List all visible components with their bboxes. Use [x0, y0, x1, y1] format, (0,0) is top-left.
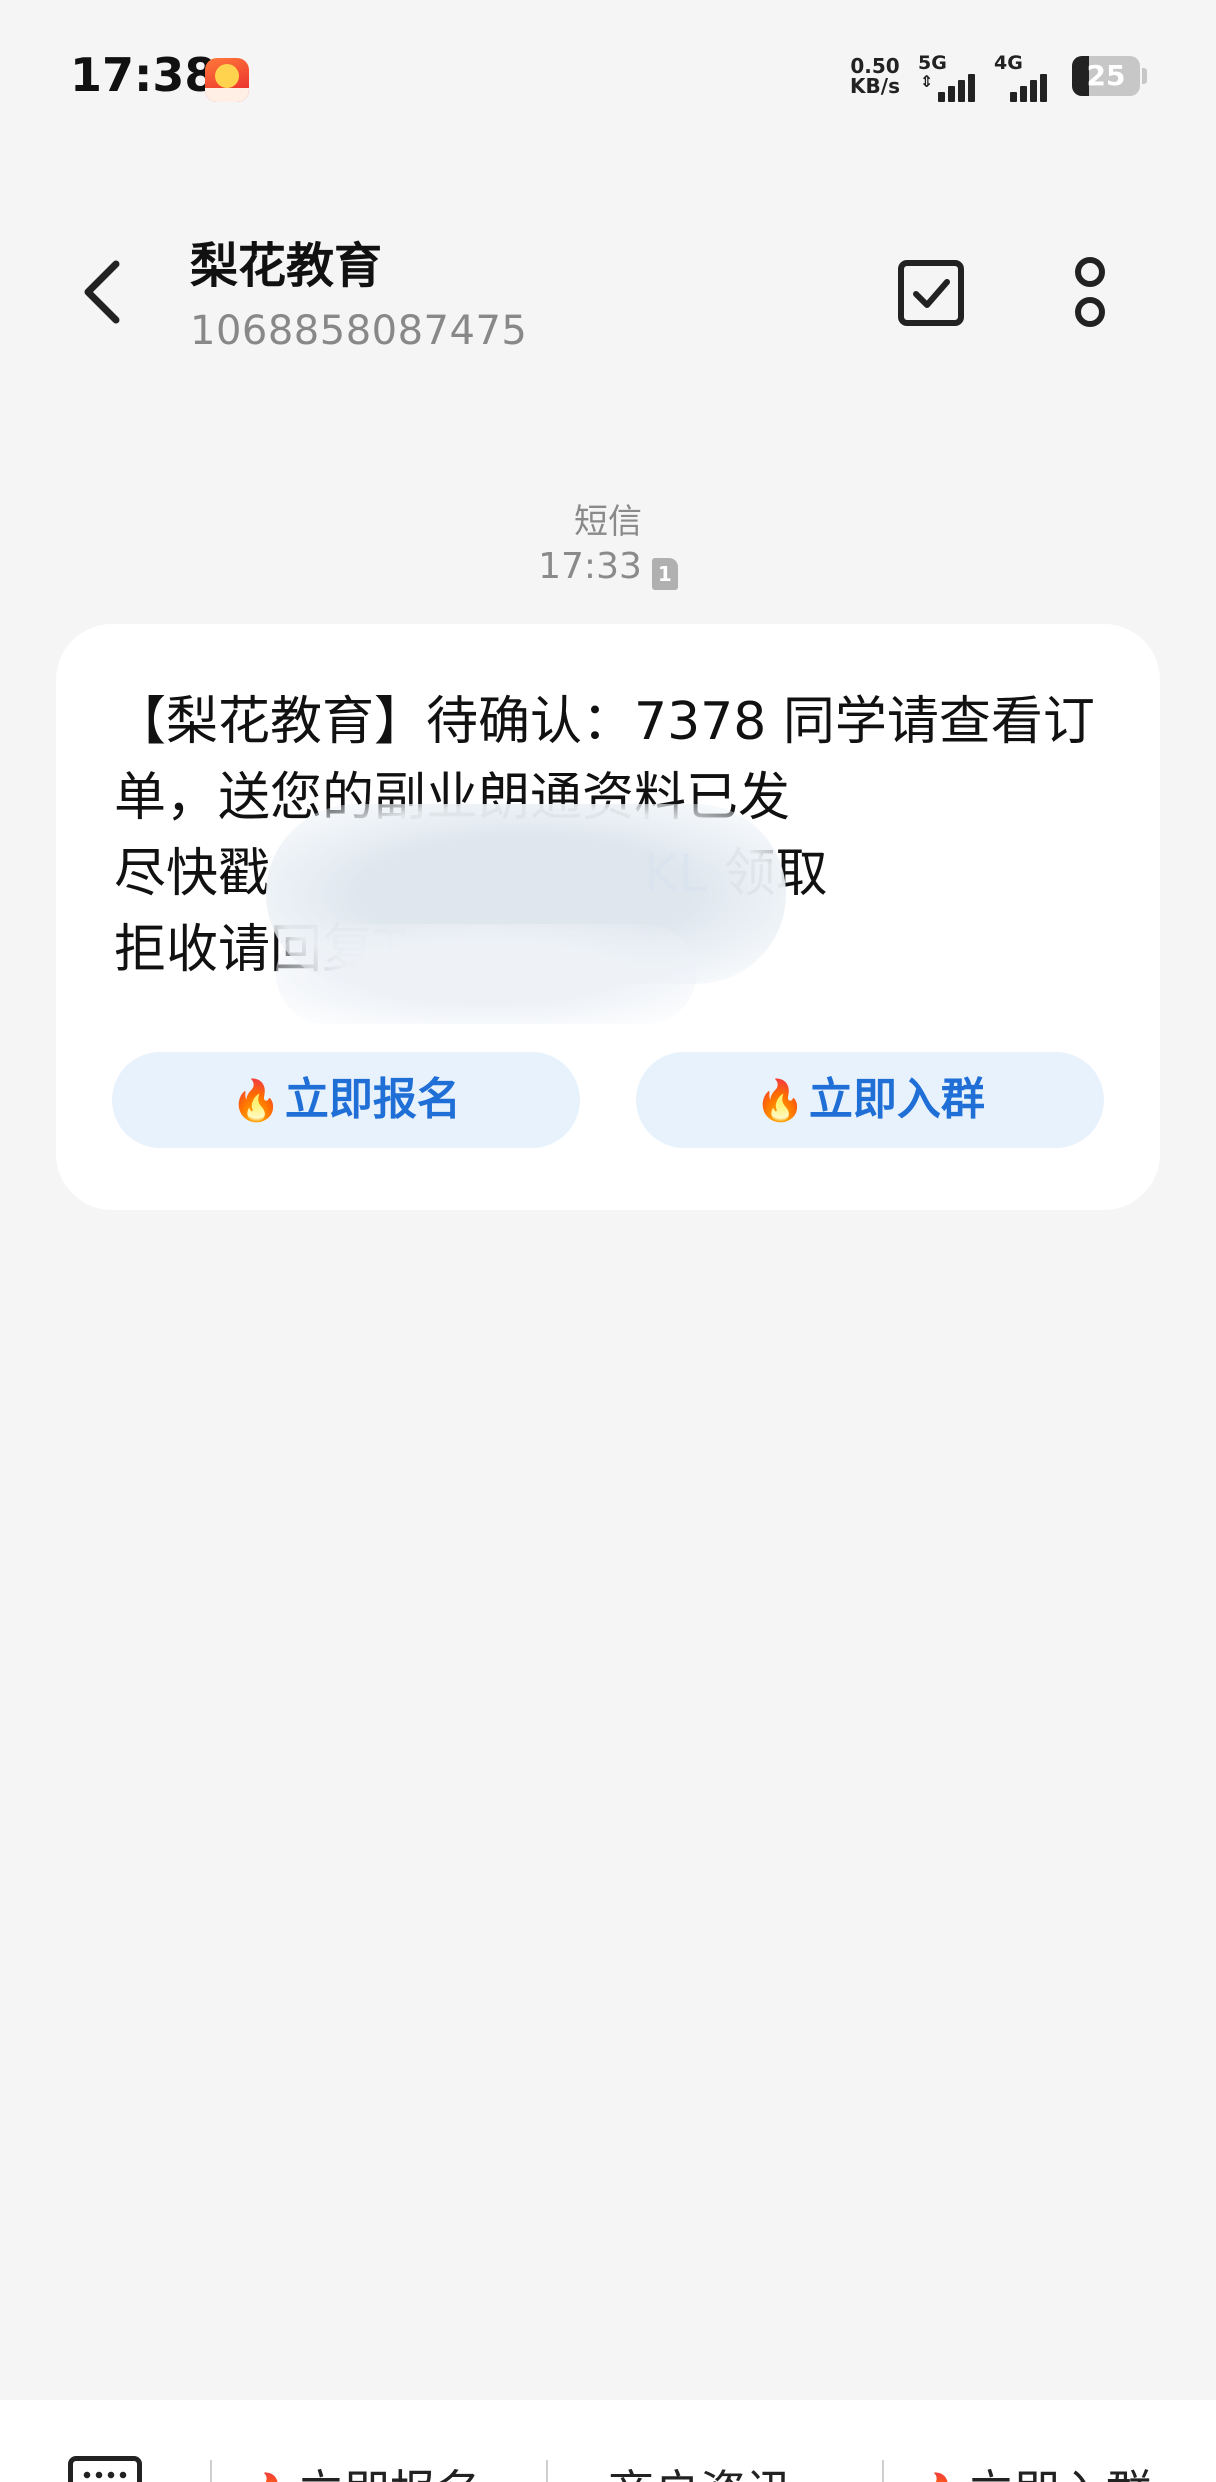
- divider: [210, 2460, 212, 2482]
- keyboard-icon: [81, 2469, 131, 2482]
- message-bubble[interactable]: 【梨花教育】待确认：7378 同学请查看订 单，送您的副业朗通资料已发 尽快戳K…: [56, 624, 1160, 1210]
- status-time: 17:38: [70, 48, 217, 102]
- more-vertical-icon: [1075, 257, 1105, 327]
- data-arrows-icon: ⇕: [920, 72, 934, 91]
- chevron-left-icon: [84, 260, 120, 324]
- fire-icon: 🔥: [755, 1078, 805, 1124]
- redaction-blur: [276, 924, 696, 1024]
- app-notification-icon: [205, 58, 249, 102]
- action-label: 立即入群: [808, 1074, 985, 1125]
- battery-level: 25: [1086, 59, 1126, 92]
- select-button[interactable]: [896, 258, 966, 328]
- back-button[interactable]: [70, 252, 140, 332]
- contact-name: 梨花教育: [190, 238, 383, 294]
- sim-card-icon: 1: [651, 558, 678, 590]
- network-speed-unit: KB/s: [850, 74, 900, 98]
- message-type-label: 短信: [574, 502, 642, 542]
- quick-menu-item-signup[interactable]: 🔥立即报名: [244, 2456, 482, 2482]
- network-speed: 0.50 KB/s: [845, 56, 905, 96]
- battery-icon: 25: [1072, 56, 1140, 96]
- divider: [882, 2460, 884, 2482]
- action-label: 立即报名: [284, 1074, 461, 1125]
- signal-4g: 4G: [994, 52, 1060, 102]
- message-time: 17:33: [538, 546, 642, 587]
- more-options-button[interactable]: [1060, 255, 1120, 331]
- action-signup-button[interactable]: 🔥立即报名: [112, 1052, 580, 1148]
- network-speed-value: 0.50: [850, 54, 900, 78]
- quick-menu-item-join-group[interactable]: 🔥立即入群: [914, 2456, 1152, 2482]
- message-time-row: 17:33 1: [0, 546, 1216, 590]
- fire-icon: 🔥: [914, 2472, 964, 2482]
- divider: [546, 2460, 548, 2482]
- signal-5g: 5G ⇕: [918, 52, 984, 102]
- status-bar: 17:38 0.50 KB/s 5G ⇕ 4G 25: [0, 0, 1216, 150]
- quick-menu-item-news[interactable]: 商户资讯: [608, 2456, 792, 2482]
- keyboard-toggle-button[interactable]: [68, 2456, 142, 2482]
- message-text: 尽快戳: [114, 844, 271, 904]
- battery-tip: [1142, 68, 1147, 84]
- checkbox-icon: [898, 260, 964, 326]
- contact-number: 1068858087475: [190, 308, 528, 354]
- quick-menu-bar: 🔥立即报名 商户资讯 🔥立即入群: [0, 2400, 1216, 2482]
- fire-icon: 🔥: [231, 1078, 281, 1124]
- signal-bars-icon: [1010, 70, 1056, 102]
- fire-icon: 🔥: [244, 2472, 294, 2482]
- message-line: 【梨花教育】待确认：7378 同学请查看订: [114, 692, 1095, 752]
- action-join-group-button[interactable]: 🔥立即入群: [636, 1052, 1104, 1148]
- signal-bars-icon: [938, 70, 984, 102]
